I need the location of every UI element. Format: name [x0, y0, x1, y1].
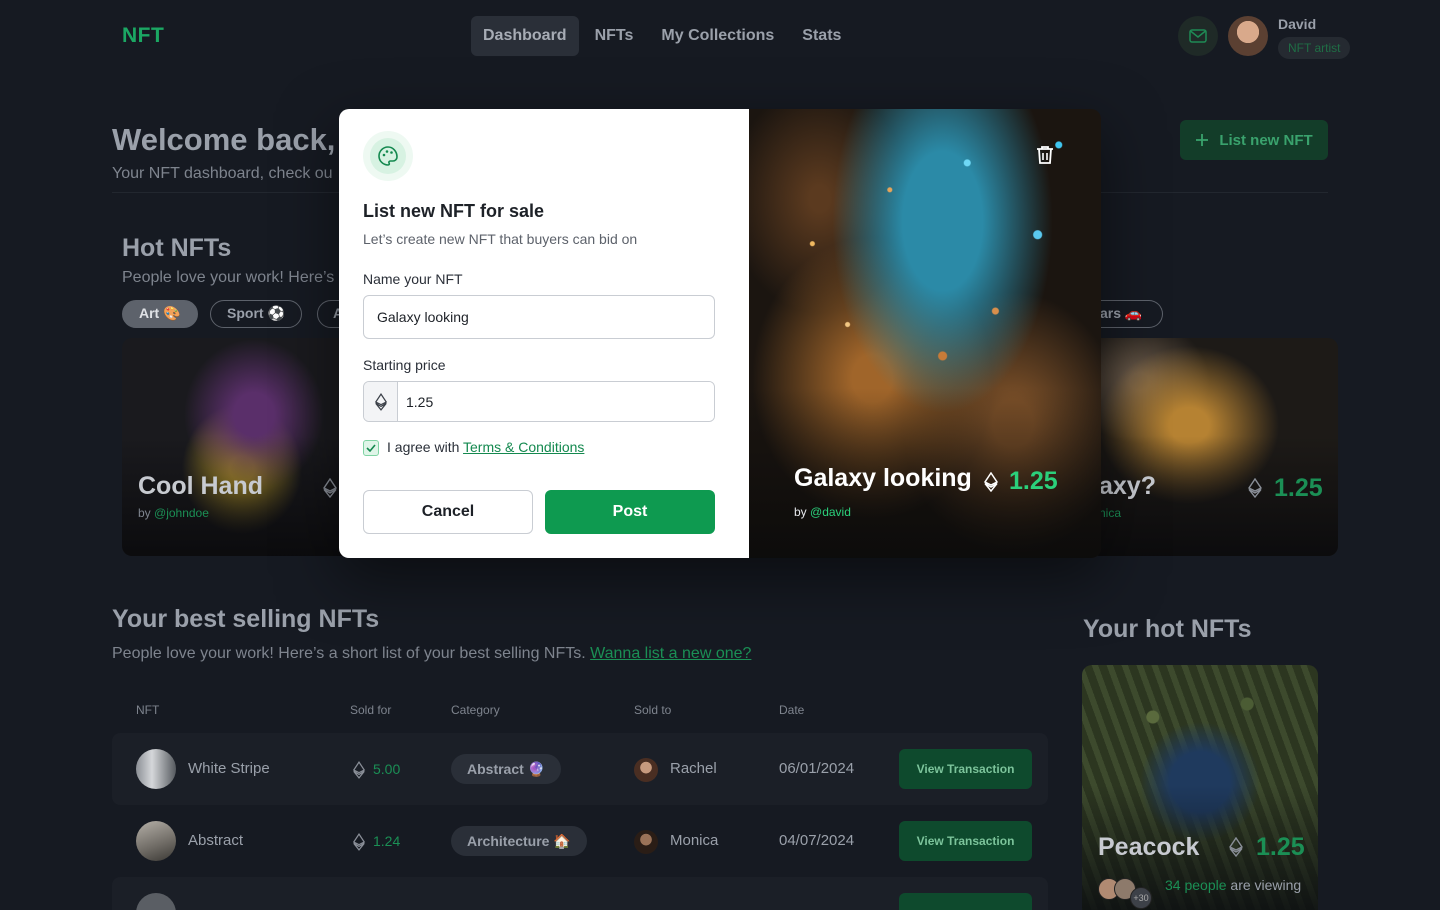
modal-subtitle: Let’s create new NFT that buyers can bid… [363, 231, 638, 247]
trash-icon[interactable] [1033, 143, 1057, 167]
modal-form-panel: List new NFT for sale Let’s create new N… [339, 109, 749, 558]
starting-price-label: Starting price [363, 357, 446, 373]
terms-link[interactable]: Terms & Conditions [463, 439, 584, 455]
eth-currency-prefix [364, 382, 398, 421]
nft-preview-panel: Galaxy looking 1.25 by @david [749, 109, 1101, 558]
agree-text: I agree with Terms & Conditions [387, 439, 585, 455]
cancel-button[interactable]: Cancel [363, 490, 533, 534]
modal-title: List new NFT for sale [363, 201, 545, 221]
preview-price-value: 1.25 [1009, 467, 1058, 495]
palette-badge [363, 131, 413, 181]
eth-icon [983, 471, 999, 492]
check-icon [366, 444, 376, 452]
list-nft-modal: List new NFT for sale Let’s create new N… [339, 109, 1101, 558]
eth-icon [374, 392, 387, 411]
nft-name-input[interactable] [363, 295, 715, 339]
palette-icon [378, 146, 398, 166]
preview-title: Galaxy looking [794, 464, 972, 492]
post-button[interactable]: Post [545, 490, 715, 534]
starting-price-input[interactable] [398, 382, 714, 421]
starting-price-field[interactable] [363, 381, 715, 422]
nft-name-label: Name your NFT [363, 271, 463, 287]
preview-price: 1.25 [983, 467, 1058, 496]
agree-checkbox[interactable] [363, 440, 379, 456]
preview-author: by @david [794, 505, 851, 519]
